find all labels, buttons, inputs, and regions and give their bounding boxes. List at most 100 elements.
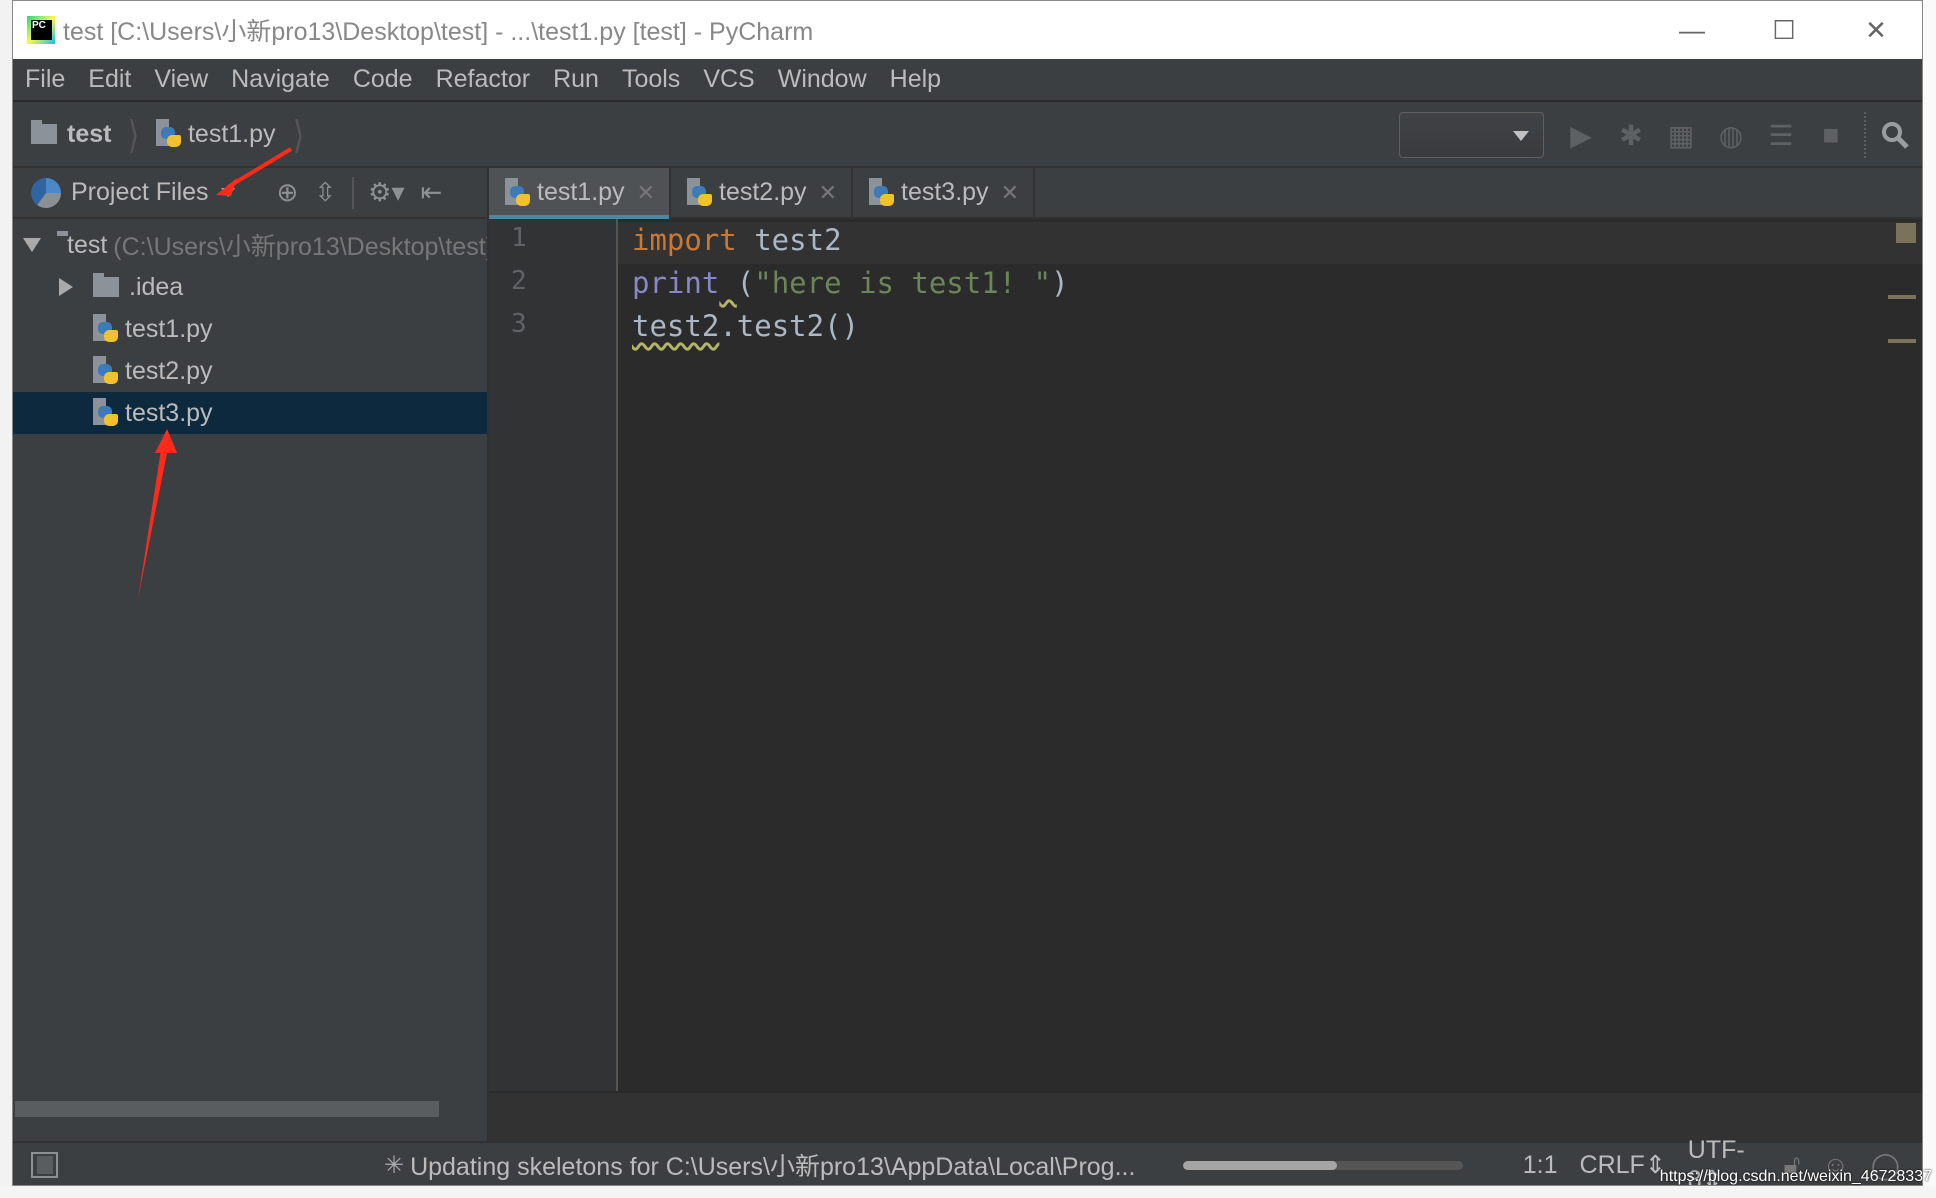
expand-arrow-icon[interactable] xyxy=(23,238,41,252)
menu-code[interactable]: Code xyxy=(353,65,413,94)
search-icon[interactable] xyxy=(1872,112,1918,158)
watermark: https://blog.csdn.net/weixin_46728337 xyxy=(1659,1168,1932,1185)
project-view-icon xyxy=(31,177,61,208)
navigation-bar: test ❭ test1.py ❭ ▶ ✱ ▦ ◍ ☰ ■ xyxy=(13,102,1922,168)
code-line-2[interactable]: print ("here is test1! ") xyxy=(632,266,1069,300)
background-progress-bar[interactable] xyxy=(1183,1160,1463,1170)
close-button[interactable]: ✕ xyxy=(1830,1,1922,59)
code-editor[interactable]: import test2 print ("here is test1! ") t… xyxy=(618,219,1922,1091)
background-desktop-bottom xyxy=(0,1186,1936,1198)
tree-item-idea[interactable]: .idea xyxy=(13,266,487,308)
code-token: print xyxy=(632,266,720,300)
project-horizontal-scrollbar[interactable] xyxy=(15,1101,439,1117)
project-panel-header: Project Files ⊕ ⇳ ⚙▾ ⇤ xyxy=(13,168,487,219)
tab-label: test3.py xyxy=(901,178,989,206)
python-file-icon xyxy=(93,356,119,386)
locate-file-icon[interactable]: ⊕ xyxy=(277,177,299,208)
pycharm-logo-icon xyxy=(27,16,55,44)
editor-tabs: test1.py ✕ test2.py ✕ test3.py ✕ xyxy=(489,168,1922,219)
code-token: import xyxy=(632,223,737,257)
coverage-icon[interactable]: ▦ xyxy=(1658,112,1704,158)
gear-icon[interactable]: ⚙▾ xyxy=(368,177,404,208)
inspection-status-icon[interactable] xyxy=(1896,223,1916,243)
main-toolbar: ▶ ✱ ▦ ◍ ☰ ■ xyxy=(1399,102,1922,168)
menu-edit[interactable]: Edit xyxy=(88,65,131,94)
menu-vcs[interactable]: VCS xyxy=(703,65,754,94)
error-stripe-mark[interactable] xyxy=(1888,339,1916,343)
code-line-1[interactable]: import test2 xyxy=(632,223,842,257)
status-message[interactable]: Updating skeletons for C:\Users\小新pro13\… xyxy=(410,1147,1135,1183)
caret-position[interactable]: 1:1 xyxy=(1523,1151,1558,1180)
project-view-selector[interactable]: Project Files xyxy=(71,178,209,207)
collapse-arrow-icon[interactable] xyxy=(59,278,73,296)
close-tab-icon[interactable]: ✕ xyxy=(819,180,837,206)
run-configuration-select[interactable] xyxy=(1399,112,1544,158)
menu-help[interactable]: Help xyxy=(890,65,941,94)
tree-item-label: test2.py xyxy=(125,356,213,385)
chevron-down-icon[interactable] xyxy=(220,188,235,197)
tab-test3-py[interactable]: test3.py ✕ xyxy=(853,168,1035,217)
python-file-icon xyxy=(93,314,119,344)
collapse-all-icon[interactable]: ⇳ xyxy=(314,177,336,208)
breadcrumb-test[interactable]: test ❭ xyxy=(31,114,152,154)
line-separator-selector[interactable]: CRLF⇕ xyxy=(1580,1150,1666,1180)
tree-item-path: (C:\Users\小新pro13\Desktop\test) xyxy=(113,233,487,261)
background-desktop-right xyxy=(1923,0,1936,1198)
folder-icon xyxy=(93,273,119,297)
tree-item-label: .idea xyxy=(129,272,184,301)
tree-item-test-root[interactable]: test (C:\Users\小新pro13\Desktop\test) xyxy=(13,224,487,266)
menu-tools[interactable]: Tools xyxy=(622,65,680,94)
stop-icon[interactable]: ■ xyxy=(1808,112,1854,158)
tree-item-test1-py[interactable]: test1.py xyxy=(13,308,487,350)
tool-windows-toggle-icon[interactable] xyxy=(31,1152,58,1178)
tab-label: test2.py xyxy=(719,178,807,206)
profile-icon[interactable]: ◍ xyxy=(1708,112,1754,158)
line-number: 1 xyxy=(511,223,527,253)
code-token: .test2() xyxy=(719,309,859,343)
menu-window[interactable]: Window xyxy=(778,65,867,94)
tab-test2-py[interactable]: test2.py ✕ xyxy=(671,168,853,217)
menu-refactor[interactable]: Refactor xyxy=(436,65,530,94)
title-bar: test [C:\Users\小新pro13\Desktop\test] - .… xyxy=(13,1,1922,59)
error-stripe-mark[interactable] xyxy=(1888,295,1916,299)
tree-item-test2-py[interactable]: test2.py xyxy=(13,350,487,392)
breadcrumb-test1-py[interactable]: test1.py ❭ xyxy=(155,114,316,154)
editor-bottom-area xyxy=(489,1091,1922,1141)
progress-fill xyxy=(1183,1160,1338,1170)
python-file-icon xyxy=(155,119,182,149)
code-token: test2 xyxy=(632,309,720,343)
line-separator-label: CRLF xyxy=(1579,1151,1645,1179)
code-token: "here is test1! " xyxy=(754,266,1052,300)
hide-panel-icon[interactable]: ⇤ xyxy=(421,177,443,208)
tree-item-label: test xyxy=(67,230,108,259)
toolbar-separator xyxy=(1864,112,1866,158)
breadcrumb-separator: ❭ xyxy=(126,115,141,153)
window-title: test [C:\Users\小新pro13\Desktop\test] - .… xyxy=(63,18,814,46)
menu-run[interactable]: Run xyxy=(553,65,599,94)
line-number-gutter: 1 2 3 xyxy=(489,219,618,1091)
menu-file[interactable]: File xyxy=(25,65,65,94)
python-file-icon xyxy=(687,177,713,208)
background-desktop-left xyxy=(0,0,12,1198)
menu-navigate[interactable]: Navigate xyxy=(231,65,330,94)
close-tab-icon[interactable]: ✕ xyxy=(1001,180,1019,206)
tree-item-label: test1.py xyxy=(125,314,213,343)
tree-item-label: test3.py xyxy=(125,398,213,427)
tab-test1-py[interactable]: test1.py ✕ xyxy=(489,168,671,219)
tree-item-test3-py[interactable]: test3.py xyxy=(13,392,487,434)
minimize-button[interactable]: — xyxy=(1646,1,1738,59)
close-tab-icon[interactable]: ✕ xyxy=(637,180,655,206)
concurrency-icon[interactable]: ☰ xyxy=(1758,112,1804,158)
python-file-icon xyxy=(505,177,531,208)
maximize-button[interactable]: ☐ xyxy=(1738,1,1830,59)
breadcrumb-separator: ❭ xyxy=(290,115,305,153)
menu-view[interactable]: View xyxy=(154,65,208,94)
line-number: 3 xyxy=(511,309,527,339)
status-bar: ✳ Updating skeletons for C:\Users\小新pro1… xyxy=(13,1136,1922,1185)
debug-icon[interactable]: ✱ xyxy=(1608,112,1654,158)
project-panel: Project Files ⊕ ⇳ ⚙▾ ⇤ test (C:\Users\小新… xyxy=(13,168,489,1141)
run-icon[interactable]: ▶ xyxy=(1558,112,1604,158)
code-token: test2 xyxy=(736,223,842,257)
code-line-3[interactable]: test2.test2() xyxy=(632,309,859,343)
